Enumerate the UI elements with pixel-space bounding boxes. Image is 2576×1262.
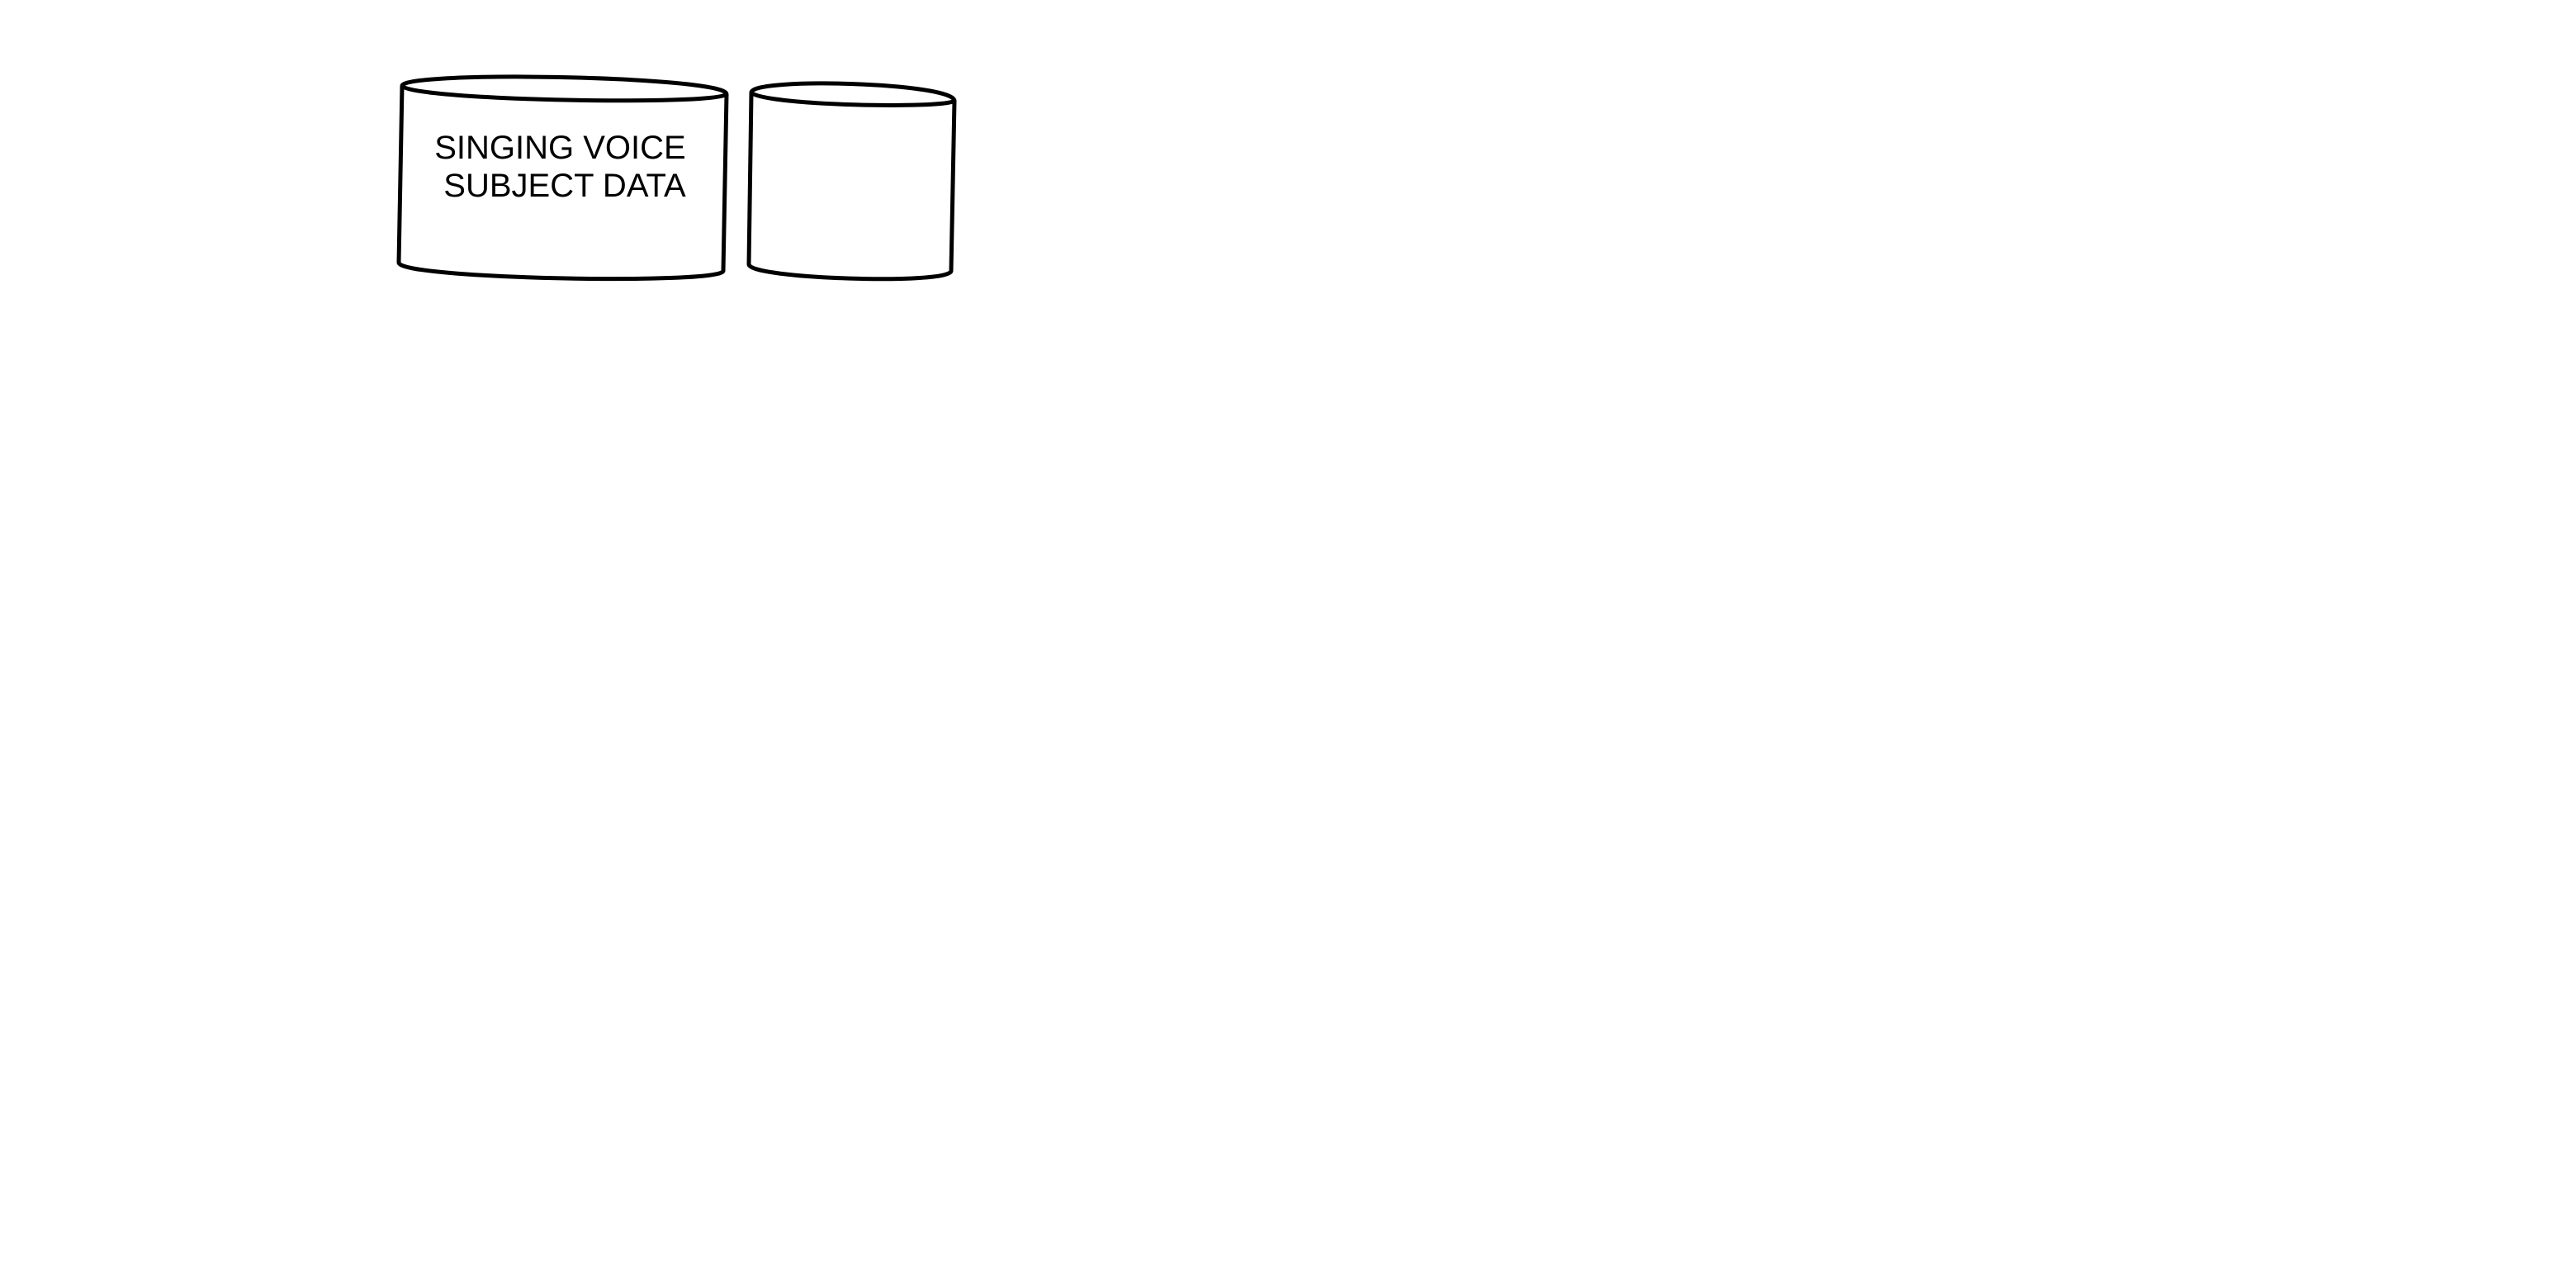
block-diagram: SINGING VOICE SUBJECT DATA bbox=[396, 74, 957, 282]
storage-singing-voice-subject-data: SINGING VOICE SUBJECT DATA bbox=[396, 74, 729, 282]
cylinder-shape bbox=[746, 81, 957, 282]
storage-note-selection-mode bbox=[746, 81, 957, 282]
